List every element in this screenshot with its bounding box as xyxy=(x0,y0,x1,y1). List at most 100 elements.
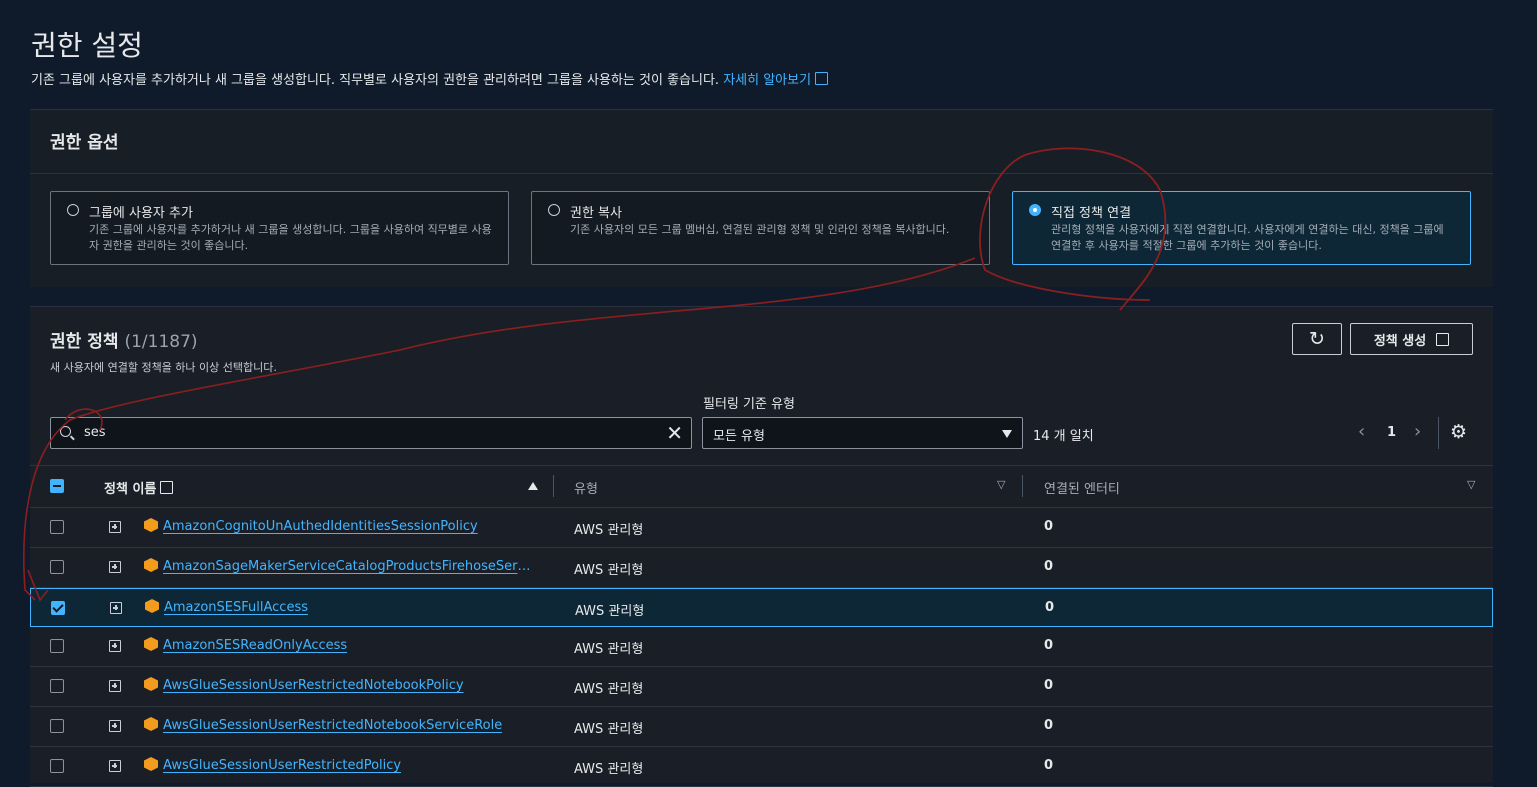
radio-attach-policies[interactable] xyxy=(1029,204,1041,216)
search-box[interactable]: ✕ xyxy=(50,417,692,449)
chevron-right-icon[interactable]: › xyxy=(1414,421,1421,442)
page-title: 권한 설정 xyxy=(31,29,143,62)
sort-asc-icon[interactable] xyxy=(528,482,538,490)
option-title: 직접 정책 연결 xyxy=(1051,206,1132,221)
policy-name-link[interactable]: AwsGlueSessionUserRestrictedNotebookPoli… xyxy=(163,678,464,693)
aws-policy-icon xyxy=(144,637,158,651)
policy-name-link[interactable]: AmazonCognitoUnAuthedIdentitiesSessionPo… xyxy=(163,519,478,534)
select-all-checkbox[interactable] xyxy=(50,479,64,493)
option-add-to-group[interactable]: 그룹에 사용자 추가 기존 그룹에 사용자를 추가하거나 새 그룹을 생성합니다… xyxy=(50,191,509,265)
expand-icon[interactable] xyxy=(110,602,122,614)
table-row[interactable]: AwsGlueSessionUserRestrictedNotebookPoli… xyxy=(30,667,1493,707)
policy-entities: 0 xyxy=(1044,519,1054,534)
policy-type: AWS 관리형 xyxy=(574,563,644,578)
row-checkbox[interactable] xyxy=(50,520,64,534)
chevron-left-icon[interactable]: ‹ xyxy=(1358,421,1365,442)
table-header: 정책 이름 유형 연결된 엔터티 xyxy=(30,465,1493,508)
option-copy-permissions[interactable]: 권한 복사 기존 사용자의 모든 그룹 멤버십, 연결된 관리형 정책 및 인라… xyxy=(531,191,990,265)
column-header-entities[interactable]: 연결된 엔터티 xyxy=(1044,478,1120,497)
filter-type-value: 모든 유형 xyxy=(713,429,765,444)
filter-type-label: 필터링 기준 유형 xyxy=(703,397,795,412)
radio-copy-permissions[interactable] xyxy=(548,204,560,216)
match-count: 14 개 일치 xyxy=(1033,429,1094,444)
table-row[interactable]: AmazonSESReadOnlyAccess AWS 관리형 0 xyxy=(30,627,1493,667)
column-header-name[interactable]: 정책 이름 xyxy=(104,478,174,497)
table-row[interactable]: AwsGlueSessionUserRestrictedPolicy AWS 관리… xyxy=(30,747,1493,787)
sort-icon[interactable] xyxy=(997,478,1006,491)
expand-icon[interactable] xyxy=(109,561,121,573)
policy-entities: 0 xyxy=(1045,600,1055,615)
expand-icon[interactable] xyxy=(109,521,121,533)
sort-icon[interactable] xyxy=(1467,478,1476,491)
table-row[interactable]: AmazonCognitoUnAuthedIdentitiesSessionPo… xyxy=(30,508,1493,548)
table-row[interactable]: AmazonSESFullAccess AWS 관리형 0 xyxy=(30,588,1493,627)
expand-icon[interactable] xyxy=(109,760,121,772)
page-description: 기존 그룹에 사용자를 추가하거나 새 그룹을 생성합니다. 직무별로 사용자의… xyxy=(31,69,829,88)
external-link-icon xyxy=(160,481,174,494)
option-title: 그룹에 사용자 추가 xyxy=(89,206,193,221)
policy-name-link[interactable]: AwsGlueSessionUserRestrictedPolicy xyxy=(163,758,401,773)
option-description: 관리형 정책을 사용자에게 직접 연결합니다. 사용자에게 연결하는 대신, 정… xyxy=(1051,223,1444,252)
column-header-type[interactable]: 유형 xyxy=(574,478,598,497)
clear-icon[interactable]: ✕ xyxy=(666,423,683,443)
policies-title-text: 권한 정책 xyxy=(50,332,119,352)
aws-policy-icon xyxy=(144,717,158,731)
policy-type: AWS 관리형 xyxy=(574,523,644,538)
gear-icon[interactable]: ⚙ xyxy=(1450,421,1467,443)
external-link-icon xyxy=(1436,332,1450,346)
table-row[interactable]: AmazonSageMakerServiceCatalogProductsFir… xyxy=(30,548,1493,588)
policy-entities: 0 xyxy=(1044,718,1054,733)
external-link-icon xyxy=(815,72,829,85)
refresh-icon: ↻ xyxy=(1309,328,1325,350)
expand-icon[interactable] xyxy=(109,720,121,732)
create-policy-button[interactable]: 정책 생성 xyxy=(1350,323,1473,355)
aws-policy-icon xyxy=(145,599,159,613)
option-description: 기존 그룹에 사용자를 추가하거나 새 그룹을 생성합니다. 그룹을 사용하여 … xyxy=(89,223,492,252)
policy-name-link[interactable]: AmazonSageMakerServiceCatalogProductsFir… xyxy=(163,559,533,574)
row-checkbox[interactable] xyxy=(50,679,64,693)
row-checkbox[interactable] xyxy=(50,759,64,773)
row-checkbox[interactable] xyxy=(51,601,65,615)
divider xyxy=(1022,475,1023,497)
policy-name-link[interactable]: AwsGlueSessionUserRestrictedNotebookServ… xyxy=(163,718,502,733)
policy-name-link[interactable]: AmazonSESReadOnlyAccess xyxy=(163,638,347,653)
policy-type: AWS 관리형 xyxy=(574,762,644,777)
search-icon xyxy=(60,426,71,437)
learn-more-link[interactable]: 자세히 알아보기 xyxy=(723,72,829,88)
aws-policy-icon xyxy=(144,518,158,532)
divider xyxy=(30,173,1493,174)
permission-policies-panel: 권한 정책 (1/1187) 새 사용자에 연결할 정책을 하나 이상 선택합니다… xyxy=(30,306,1493,787)
policies-table: 정책 이름 유형 연결된 엔터티 AmazonCognitoUnAuthedId… xyxy=(30,465,1493,787)
policy-name-link[interactable]: AmazonSESFullAccess xyxy=(164,600,308,615)
permission-options-panel: 권한 옵션 그룹에 사용자 추가 기존 그룹에 사용자를 추가하거나 새 그룹을… xyxy=(30,109,1493,287)
refresh-button[interactable]: ↻ xyxy=(1292,323,1342,355)
policies-title: 권한 정책 (1/1187) xyxy=(50,327,198,352)
row-checkbox[interactable] xyxy=(50,560,64,574)
expand-icon[interactable] xyxy=(109,680,121,692)
aws-policy-icon xyxy=(144,757,158,771)
filter-type-select[interactable]: 모든 유형 xyxy=(702,417,1023,449)
policies-description: 새 사용자에 연결할 정책을 하나 이상 선택합니다. xyxy=(50,361,277,374)
table-row[interactable]: AwsGlueSessionUserRestrictedNotebookServ… xyxy=(30,707,1493,747)
aws-policy-icon xyxy=(144,677,158,691)
row-checkbox[interactable] xyxy=(50,719,64,733)
search-input[interactable] xyxy=(82,424,646,441)
option-attach-policies[interactable]: 직접 정책 연결 관리형 정책을 사용자에게 직접 연결합니다. 사용자에게 연… xyxy=(1012,191,1471,265)
divider xyxy=(1438,417,1439,449)
policy-type: AWS 관리형 xyxy=(574,722,644,737)
policy-entities: 0 xyxy=(1044,758,1054,773)
option-description: 기존 사용자의 모든 그룹 멤버십, 연결된 관리형 정책 및 인라인 정책을 … xyxy=(570,223,950,236)
policy-entities: 0 xyxy=(1044,678,1054,693)
create-policy-label: 정책 생성 xyxy=(1373,333,1427,349)
row-checkbox[interactable] xyxy=(50,639,64,653)
policy-type: AWS 관리형 xyxy=(574,682,644,697)
policy-entities: 0 xyxy=(1044,638,1054,653)
page-number[interactable]: 1 xyxy=(1387,425,1396,440)
option-title: 권한 복사 xyxy=(570,206,622,221)
radio-add-to-group[interactable] xyxy=(67,204,79,216)
caret-down-icon xyxy=(1002,430,1012,438)
aws-policy-icon xyxy=(144,558,158,572)
expand-icon[interactable] xyxy=(109,640,121,652)
permission-options-title: 권한 옵션 xyxy=(50,133,119,153)
policy-type: AWS 관리형 xyxy=(574,642,644,657)
